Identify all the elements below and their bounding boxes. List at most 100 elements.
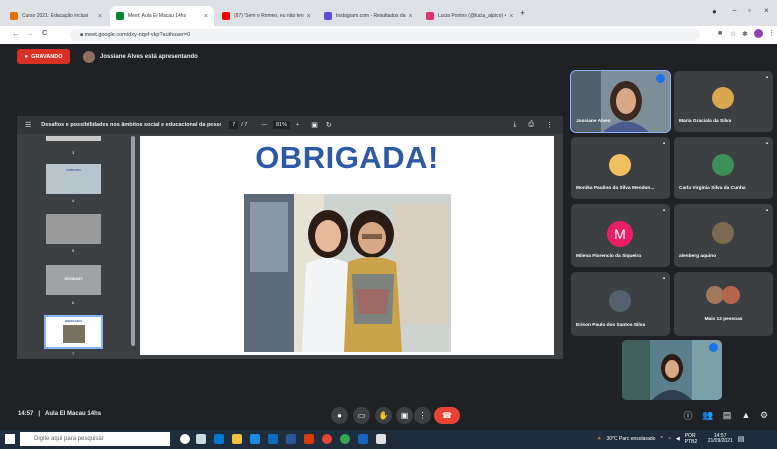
thumbnail-scrollbar[interactable]: [131, 136, 135, 346]
fit-page-icon[interactable]: ▣: [311, 121, 318, 129]
browser-tab[interactable]: Instagram.com - Resultados da ×: [318, 6, 418, 26]
presenter-text: Jossiane Alves está apresentando: [100, 54, 198, 60]
weather-text[interactable]: 30°C Parc ensolarado: [606, 436, 655, 442]
powerpoint-icon[interactable]: [304, 434, 314, 444]
people-icon[interactable]: 👥: [702, 409, 714, 421]
meeting-name: Aula El Macau 14hs: [45, 411, 102, 417]
slide-photo: [244, 194, 451, 352]
two-women-photo: [244, 194, 451, 352]
volume-icon[interactable]: ◀: [676, 436, 680, 442]
task-view-icon[interactable]: [196, 434, 206, 444]
thumbnail-number: 6: [72, 300, 75, 305]
participant-name: Monika Paulino da Silva Mendon...: [576, 186, 655, 191]
participant-tile-presenter[interactable]: Jossiane Alves: [570, 70, 671, 133]
participant-tile[interactable]: ▪ M Milena Florencio da Siqueira: [571, 204, 670, 267]
edge-icon[interactable]: [214, 434, 224, 444]
mic-muted-icon: ▪: [662, 208, 665, 214]
more-options-icon[interactable]: ⋮: [546, 121, 553, 129]
slide-scrollbar[interactable]: [556, 136, 561, 355]
zoom-out-button[interactable]: —: [261, 122, 267, 128]
camera-button[interactable]: ▭: [353, 407, 370, 424]
tab-close-icon[interactable]: ×: [304, 13, 311, 20]
print-icon[interactable]: ⎙: [528, 121, 534, 129]
new-tab-button[interactable]: +: [520, 8, 525, 18]
reload-icon[interactable]: C: [42, 30, 47, 37]
notifications-icon[interactable]: ▤: [738, 435, 745, 443]
more-options-button[interactable]: ⋮: [414, 407, 431, 424]
app-icon[interactable]: [376, 434, 386, 444]
browser-tab[interactable]: Curso 2021: Educação inclusi ×: [4, 6, 108, 26]
bookmark-star-icon[interactable]: ☆: [730, 30, 736, 38]
more-participants-tile[interactable]: Mais 12 pessoas: [674, 272, 773, 336]
lock-icon: ■: [80, 32, 84, 38]
address-bar[interactable]: ■ meet.google.com/dxy-nqsf-vkp?authuser=…: [70, 29, 700, 41]
file-explorer-icon[interactable]: [232, 434, 242, 444]
language-indicator[interactable]: POR PTB2: [685, 433, 703, 445]
mail-icon[interactable]: [268, 434, 278, 444]
raise-hand-button[interactable]: ✋: [375, 407, 392, 424]
chat-icon[interactable]: ▤: [721, 409, 733, 421]
tab-close-icon[interactable]: ×: [201, 13, 208, 20]
word-icon[interactable]: [286, 434, 296, 444]
close-window-icon[interactable]: ×: [764, 6, 769, 15]
participant-avatar: [609, 154, 631, 176]
clock[interactable]: 14:57 21/09/2021: [708, 433, 733, 445]
document-title: Desafios e possibilidades nos âmbitos so…: [41, 122, 222, 128]
back-icon[interactable]: ←: [12, 29, 20, 38]
browser-tab[interactable]: (87) 'Sem o Romeo, eu não ten ×: [216, 6, 316, 26]
zoom-level[interactable]: 81%: [272, 121, 290, 129]
maximize-icon[interactable]: ▫: [748, 6, 751, 15]
network-icon[interactable]: ◔: [668, 436, 671, 442]
tab-search-icon[interactable]: ●: [712, 7, 717, 16]
chrome-profile-icon[interactable]: [340, 434, 350, 444]
activities-icon[interactable]: ▲: [740, 409, 752, 421]
tab-close-icon[interactable]: ×: [95, 13, 102, 20]
chrome-icon[interactable]: [322, 434, 332, 444]
slide-thumbnail[interactable]: DÚVIDAS?: [46, 265, 101, 295]
tab-close-icon[interactable]: ×: [506, 13, 513, 20]
tab-close-icon[interactable]: ×: [405, 13, 412, 20]
mic-button[interactable]: ●: [331, 407, 348, 424]
participant-tile[interactable]: ▪ Maria Graciala da Silva: [674, 71, 773, 132]
recording-badge[interactable]: ● GRAVANDO: [17, 49, 70, 64]
host-controls-icon[interactable]: ⚙: [758, 409, 770, 421]
store-icon[interactable]: [250, 434, 260, 444]
end-call-button[interactable]: ☎: [434, 407, 460, 424]
zoom-in-button[interactable]: +: [296, 122, 299, 128]
windows-start-icon[interactable]: [5, 434, 15, 444]
present-screen-icon: ▣: [400, 411, 409, 420]
participant-tile[interactable]: ▪ Monika Paulino da Silva Mendon...: [571, 137, 670, 199]
tray-overflow-icon[interactable]: ^: [660, 436, 662, 442]
app-icon[interactable]: [358, 434, 368, 444]
slide-title: OBRIGADA!: [255, 140, 439, 175]
taskbar-search-input[interactable]: Digite aqui para pesquisar: [20, 432, 170, 446]
thumbnail-number: 4: [72, 198, 75, 203]
slide-thumbnail[interactable]: [46, 136, 101, 141]
slide-thumbnail[interactable]: CONTATO: [46, 164, 101, 194]
download-icon[interactable]: ⤓: [513, 121, 516, 129]
slide-thumbnail[interactable]: [46, 214, 101, 244]
participant-tile[interactable]: ▪ alenberg aquino: [674, 204, 773, 267]
self-view-tile[interactable]: [622, 340, 722, 400]
present-button[interactable]: ▣: [396, 407, 413, 424]
self-view-options-icon[interactable]: [709, 343, 718, 352]
participant-tile[interactable]: ▪ Erison Paulo dos Santos Silva: [571, 272, 670, 336]
browser-menu-icon[interactable]: ⋮: [768, 29, 775, 37]
browser-tab[interactable]: Lucia Pontes (@lucia_atpico) • ×: [420, 6, 516, 26]
profile-avatar[interactable]: [754, 29, 763, 38]
camera-permission-icon[interactable]: ■: [718, 30, 722, 37]
extensions-icon[interactable]: ✱: [742, 30, 748, 38]
browser-tab-active[interactable]: Meet: Aula El Macau 14hs ×: [110, 6, 214, 26]
minimize-icon[interactable]: −: [732, 6, 737, 15]
recording-label: GRAVANDO: [31, 53, 63, 60]
cortana-icon[interactable]: [180, 434, 190, 444]
slide-thumbnail-selected[interactable]: OBRIGADA!: [44, 315, 103, 349]
participant-tile[interactable]: ▪ Carla Virgínia Silva da Cunha: [674, 137, 773, 199]
thumbnail-number: 5: [72, 248, 75, 253]
rotate-icon[interactable]: ↻: [326, 121, 332, 129]
menu-icon[interactable]: ☰: [25, 121, 31, 129]
page-total: / 7: [241, 122, 248, 128]
meeting-details-icon[interactable]: ⓘ: [682, 409, 694, 421]
page-number-input[interactable]: 7: [229, 121, 239, 129]
forward-icon[interactable]: →: [26, 29, 34, 38]
